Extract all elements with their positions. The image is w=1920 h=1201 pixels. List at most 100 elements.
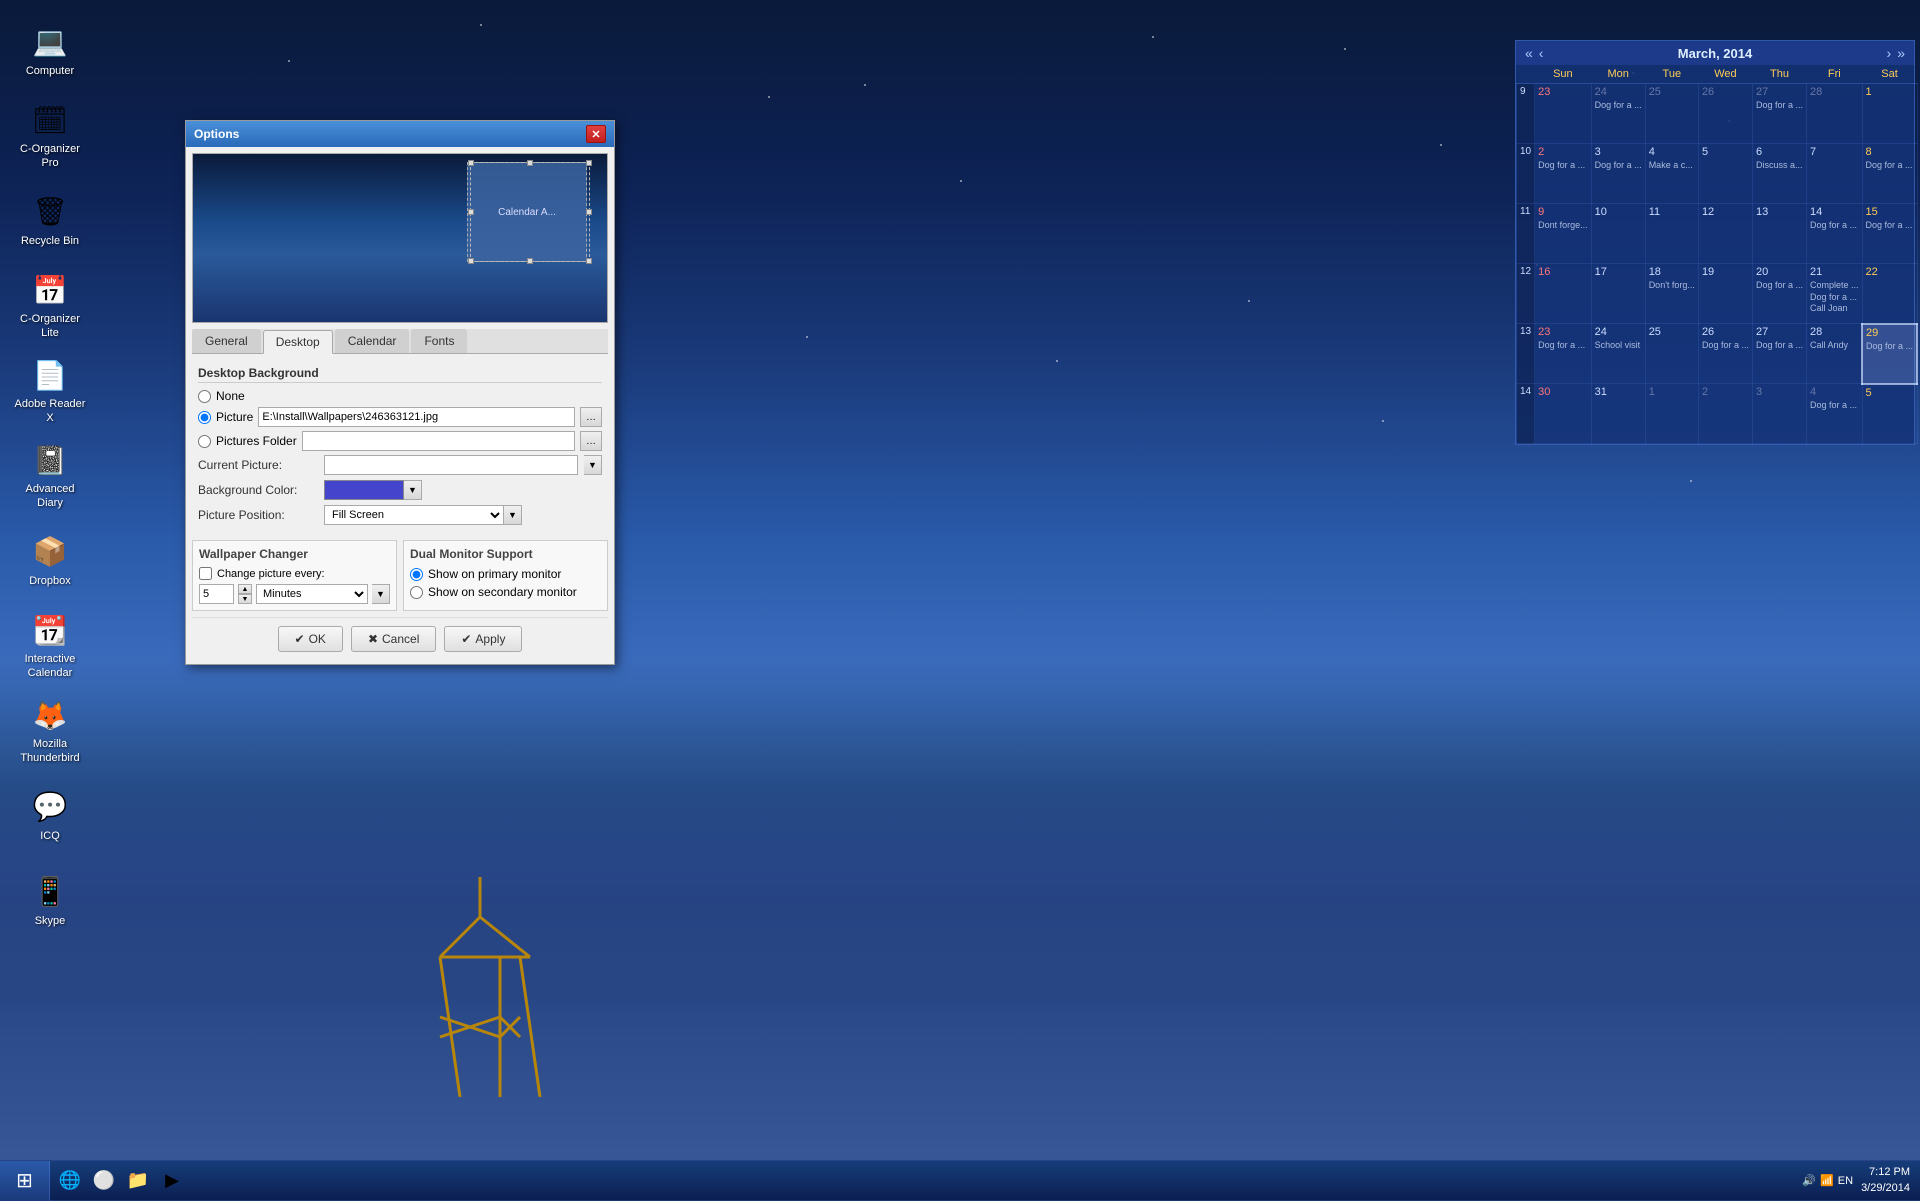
cal-day-2-5[interactable]: 6Discuss a... [1752, 144, 1806, 204]
cal-event-4-5-1[interactable]: Dog for a ... [1756, 280, 1803, 292]
cal-day-3-1[interactable]: 9Dont forge... [1535, 204, 1592, 264]
picture-position-select[interactable]: Fill Screen [324, 505, 504, 525]
desktop-icon-dropbox[interactable]: 📦 Dropbox [10, 520, 90, 600]
cal-event-4-6-3[interactable]: Call Joan [1810, 303, 1859, 315]
cal-day-2-4[interactable]: 5 [1698, 144, 1752, 204]
desktop-icon-c-organizer-pro[interactable]: 🗓 C-Organizer Pro [10, 95, 90, 175]
primary-monitor-radio[interactable] [410, 568, 423, 581]
taskbar-clock[interactable]: 7:12 PM 3/29/2014 [1861, 1165, 1910, 1196]
cal-day-5-7[interactable]: 29Dog for a ... [1862, 324, 1917, 384]
taskbar-explorer-icon[interactable]: 📁 [123, 1166, 153, 1196]
radio-picture-label[interactable]: Picture [216, 410, 253, 424]
desktop-icon-adobe-reader[interactable]: 📄 Adobe Reader X [10, 350, 90, 430]
cal-day-1-1[interactable]: 23 [1535, 84, 1592, 144]
calendar-first-nav[interactable]: « [1522, 45, 1536, 61]
cal-day-1-4[interactable]: 26 [1698, 84, 1752, 144]
folder-path-input[interactable] [302, 431, 575, 451]
cal-day-4-7[interactable]: 22 [1862, 264, 1917, 324]
lang-indicator[interactable]: EN [1838, 1175, 1853, 1187]
cal-event-5-7-1[interactable]: Dog for a ... [1866, 341, 1913, 353]
cal-day-4-1[interactable]: 16 [1535, 264, 1592, 324]
start-button[interactable]: ⊞ [0, 1161, 50, 1201]
cal-day-3-4[interactable]: 12 [1698, 204, 1752, 264]
cal-day-2-1[interactable]: 2Dog for a ... [1535, 144, 1592, 204]
cal-event-5-1-1[interactable]: Dog for a ... [1538, 340, 1588, 352]
cal-day-4-6[interactable]: 21Complete ...Dog for a ...Call Joan [1807, 264, 1863, 324]
calendar-next-nav[interactable]: › [1884, 45, 1895, 61]
cal-day-6-4[interactable]: 2 [1698, 384, 1752, 444]
calendar-last-nav[interactable]: » [1894, 45, 1908, 61]
cal-event-4-6-1[interactable]: Complete ... [1810, 280, 1859, 292]
cal-day-2-7[interactable]: 8Dog for a ... [1862, 144, 1917, 204]
taskbar-chrome-icon[interactable]: ⚪ [89, 1166, 119, 1196]
cal-day-3-3[interactable]: 11 [1645, 204, 1698, 264]
cal-event-1-5-1[interactable]: Dog for a ... [1756, 100, 1803, 112]
picture-browse-button[interactable]: … [580, 407, 602, 427]
time-unit-select[interactable]: Minutes [256, 584, 368, 604]
tab-fonts[interactable]: Fonts [411, 329, 467, 353]
cal-day-6-1[interactable]: 30 [1535, 384, 1592, 444]
primary-monitor-label[interactable]: Show on primary monitor [428, 567, 561, 581]
cal-day-6-6[interactable]: 4Dog for a ... [1807, 384, 1863, 444]
color-dropdown-button[interactable]: ▼ [404, 480, 422, 500]
cal-day-6-5[interactable]: 3 [1752, 384, 1806, 444]
spinner-input[interactable] [199, 584, 234, 604]
cal-event-2-1-1[interactable]: Dog for a ... [1538, 160, 1588, 172]
ok-button[interactable]: ✔ OK [278, 626, 343, 652]
cal-event-5-6-1[interactable]: Call Andy [1810, 340, 1858, 352]
cal-day-5-6[interactable]: 28Call Andy [1807, 324, 1863, 384]
cal-day-4-2[interactable]: 17 [1591, 264, 1645, 324]
taskbar-media-icon[interactable]: ▶ [157, 1166, 187, 1196]
cal-day-1-6[interactable]: 28 [1807, 84, 1863, 144]
cal-day-6-7[interactable]: 5 [1862, 384, 1917, 444]
change-every-checkbox[interactable] [199, 567, 212, 580]
radio-picture-input[interactable] [198, 411, 211, 424]
cal-day-2-2[interactable]: 3Dog for a ... [1591, 144, 1645, 204]
picture-position-dropdown[interactable]: ▼ [504, 505, 522, 525]
cal-event-2-2-1[interactable]: Dog for a ... [1595, 160, 1642, 172]
cal-event-2-3-1[interactable]: Make a c... [1649, 160, 1695, 172]
cal-day-3-6[interactable]: 14Dog for a ... [1807, 204, 1863, 264]
cal-day-3-5[interactable]: 13 [1752, 204, 1806, 264]
cal-day-4-4[interactable]: 19 [1698, 264, 1752, 324]
desktop-icon-recycle-bin[interactable]: 🗑 Recycle Bin [10, 180, 90, 260]
cal-day-5-5[interactable]: 27Dog for a ... [1752, 324, 1806, 384]
cal-day-4-3[interactable]: 18Don't forg... [1645, 264, 1698, 324]
preview-calendar-widget[interactable]: Calendar A... [467, 162, 587, 262]
cal-day-5-1[interactable]: 23Dog for a ... [1535, 324, 1592, 384]
desktop-icon-c-organizer-lite[interactable]: 📅 C-Organizer Lite [10, 265, 90, 345]
desktop-icon-interactive-calendar[interactable]: 📆 Interactive Calendar [10, 605, 90, 685]
folder-browse-button[interactable]: … [580, 431, 602, 451]
cal-event-4-3-1[interactable]: Don't forg... [1649, 280, 1695, 292]
desktop-icon-mozilla[interactable]: 🦊 Mozilla Thunderbird [10, 690, 90, 770]
tab-desktop[interactable]: Desktop [263, 330, 333, 354]
cal-event-5-4-1[interactable]: Dog for a ... [1702, 340, 1749, 352]
cal-event-3-7-1[interactable]: Dog for a ... [1866, 220, 1914, 232]
change-every-label[interactable]: Change picture every: [217, 568, 325, 580]
cal-event-2-5-1[interactable]: Discuss a... [1756, 160, 1803, 172]
cal-day-4-5[interactable]: 20Dog for a ... [1752, 264, 1806, 324]
desktop-icon-computer[interactable]: 💻 Computer [10, 10, 90, 90]
desktop-icon-advanced-diary[interactable]: 📓 Advanced Diary [10, 435, 90, 515]
cal-day-5-3[interactable]: 25 [1645, 324, 1698, 384]
spinner-up-button[interactable]: ▲ [238, 584, 252, 594]
cal-event-5-2-1[interactable]: School visit [1595, 340, 1642, 352]
current-picture-input[interactable] [324, 455, 578, 475]
desktop-icon-skype[interactable]: 📱 Skype [10, 860, 90, 940]
time-unit-dropdown[interactable]: ▼ [372, 584, 390, 604]
cal-day-5-2[interactable]: 24School visit [1591, 324, 1645, 384]
color-swatch[interactable] [324, 480, 404, 500]
picture-path-input[interactable] [258, 407, 575, 427]
radio-folder-label[interactable]: Pictures Folder [216, 434, 297, 448]
cal-day-3-7[interactable]: 15Dog for a ... [1862, 204, 1917, 264]
cal-day-2-3[interactable]: 4Make a c... [1645, 144, 1698, 204]
cal-event-5-5-1[interactable]: Dog for a ... [1756, 340, 1803, 352]
radio-none-input[interactable] [198, 390, 211, 403]
dialog-titlebar[interactable]: Options ✕ [186, 121, 614, 147]
cal-event-2-7-1[interactable]: Dog for a ... [1866, 160, 1914, 172]
cal-day-3-2[interactable]: 10 [1591, 204, 1645, 264]
cal-day-1-2[interactable]: 24Dog for a ... [1591, 84, 1645, 144]
cal-day-1-3[interactable]: 25 [1645, 84, 1698, 144]
cal-event-6-6-1[interactable]: Dog for a ... [1810, 400, 1859, 412]
calendar-prev-nav[interactable]: ‹ [1536, 45, 1547, 61]
